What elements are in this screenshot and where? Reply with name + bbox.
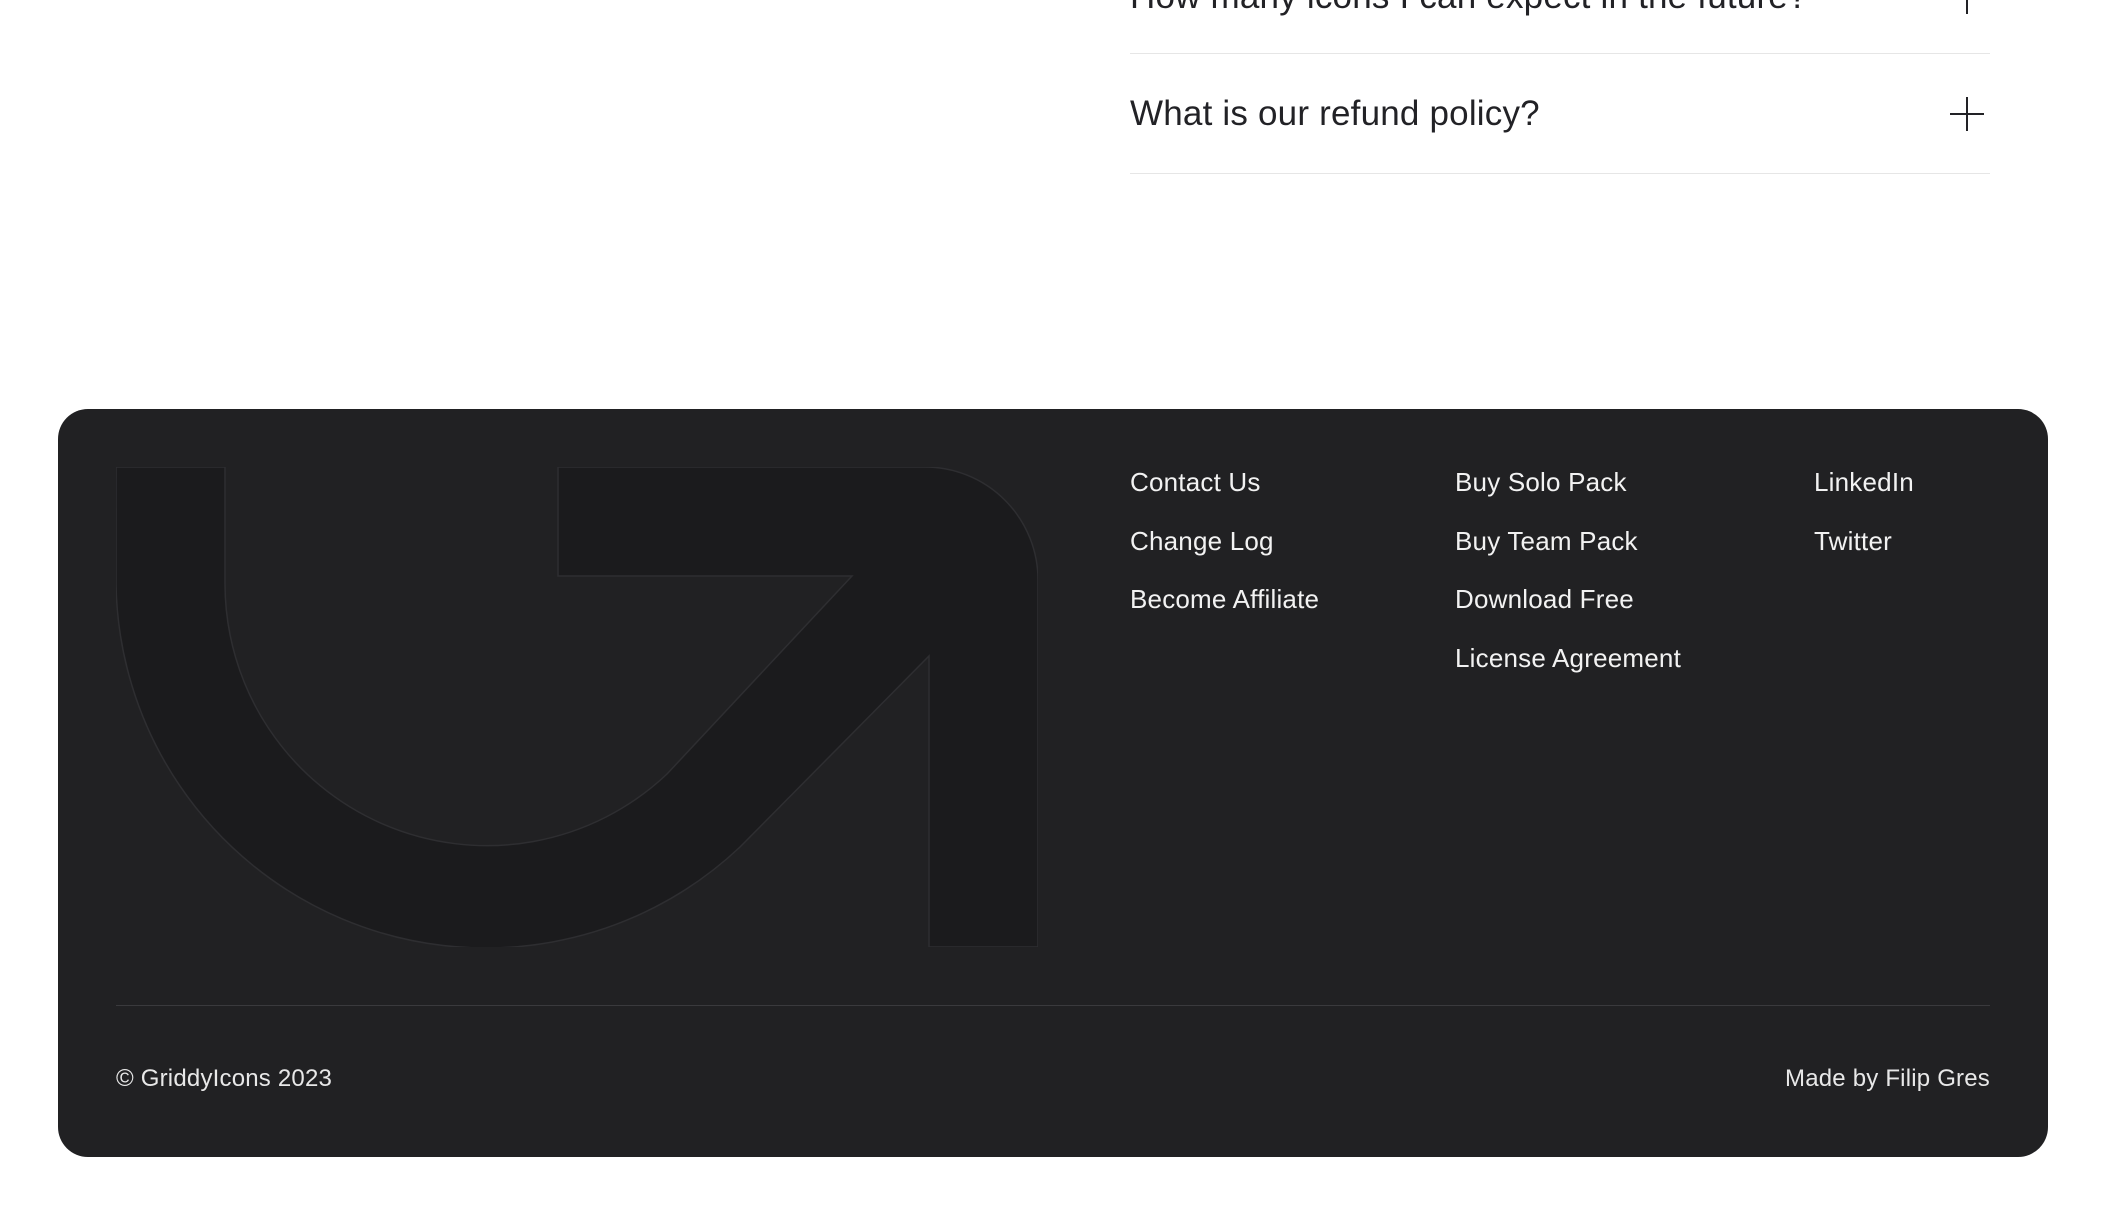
footer-link-become-affiliate[interactable]: Become Affiliate — [1130, 581, 1319, 640]
footer-column-social: LinkedIn Twitter — [1814, 464, 1914, 581]
footer-link-change-log[interactable]: Change Log — [1130, 523, 1319, 582]
site-footer: Contact Us Change Log Become Affiliate B… — [58, 409, 2048, 1157]
faq-question: How many icons I can expect in the futur… — [1130, 0, 1808, 17]
faq-question: What is our refund policy? — [1130, 93, 1540, 133]
footer-link-license-agreement[interactable]: License Agreement — [1455, 640, 1681, 699]
copyright-text: © GriddyIcons 2023 — [116, 1065, 333, 1092]
footer-link-buy-team-pack[interactable]: Buy Team Pack — [1455, 523, 1681, 582]
footer-link-buy-solo-pack[interactable]: Buy Solo Pack — [1455, 464, 1681, 523]
footer-link-download-free[interactable]: Download Free — [1455, 581, 1681, 640]
arrow-up-right-curve-icon — [116, 467, 1038, 947]
faq-item-refund-policy[interactable]: What is our refund policy? — [1130, 54, 1990, 174]
footer-link-linkedin[interactable]: LinkedIn — [1814, 464, 1914, 523]
footer-column-company: Contact Us Change Log Become Affiliate — [1130, 464, 1319, 640]
faq-item-future-icons[interactable]: How many icons I can expect in the futur… — [1130, 0, 1990, 54]
made-by-credit[interactable]: Made by Filip Gres — [1785, 1065, 1990, 1093]
plus-icon[interactable] — [1950, 96, 1984, 131]
plus-icon[interactable] — [1950, 0, 1984, 14]
footer-column-products: Buy Solo Pack Buy Team Pack Download Fre… — [1455, 464, 1681, 698]
footer-divider — [116, 1005, 1990, 1006]
footer-link-twitter[interactable]: Twitter — [1814, 523, 1914, 582]
footer-link-contact-us[interactable]: Contact Us — [1130, 464, 1319, 523]
